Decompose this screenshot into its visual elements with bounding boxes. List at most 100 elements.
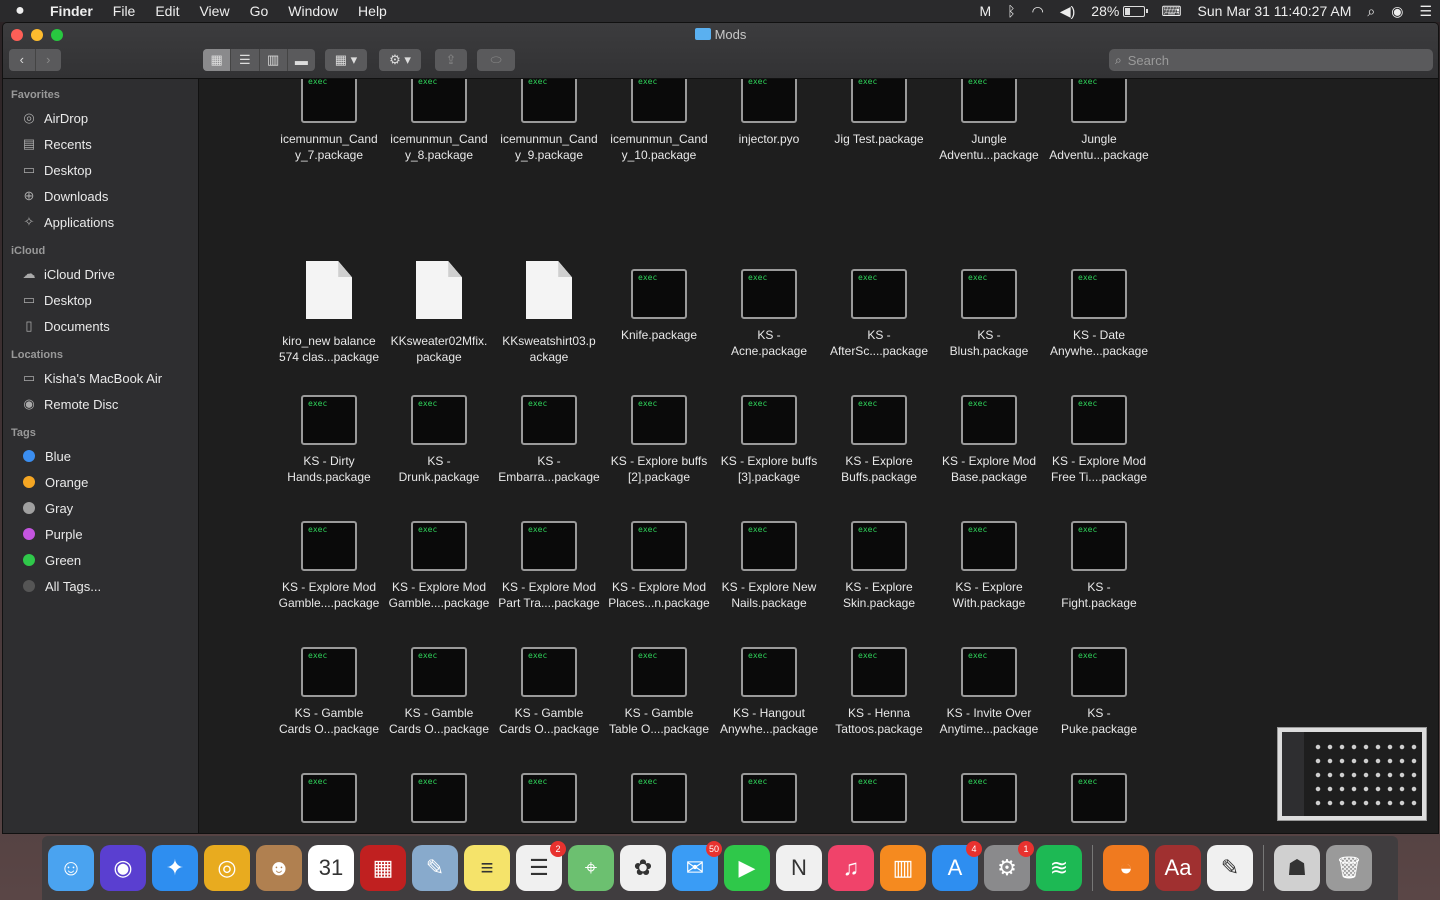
sidebar-item-recents[interactable]: ▤ Recents xyxy=(3,131,198,157)
spotlight-search-icon[interactable]: ⌕ xyxy=(1359,0,1383,22)
preview-dock-icon[interactable]: ✎ xyxy=(412,845,458,891)
music-dock-icon[interactable]: ♫ xyxy=(828,845,874,891)
group-by-button[interactable]: ▦ ▾ xyxy=(325,49,367,71)
file-item[interactable]: exec KS - Explore Mod Free Ti....package xyxy=(1045,395,1153,485)
file-item[interactable]: exec KS - Blush.package xyxy=(935,269,1043,359)
malwarebytes-icon[interactable]: M xyxy=(972,0,1000,22)
notes-dock-icon[interactable]: ≡ xyxy=(464,845,510,891)
file-item[interactable]: exec Jig Test.package xyxy=(825,79,933,147)
input-menu-icon[interactable]: ⌨ xyxy=(1153,0,1189,22)
sidebar-item-documents[interactable]: ▯ Documents xyxy=(3,313,198,339)
file-item[interactable]: exec KS - Explore With.package xyxy=(935,521,1043,611)
app-store-dock-icon[interactable]: A4 xyxy=(932,841,982,891)
share-button[interactable]: ⇪ xyxy=(435,49,467,71)
file-item[interactable]: exec KS - Explore Mod Gamble....package xyxy=(385,521,493,611)
sidebar-item-remote-disc[interactable]: ◉ Remote Disc xyxy=(3,391,198,417)
sidebar-tag-all-tags-[interactable]: All Tags... xyxy=(3,573,198,599)
menu-view[interactable]: View xyxy=(189,0,239,22)
file-item[interactable]: exec KS - Dirty Hands.package xyxy=(275,395,383,485)
file-item[interactable]: exec KS - Explore Mod Base.package xyxy=(935,395,1043,485)
sidebar-item-applications[interactable]: ✧ Applications xyxy=(3,209,198,235)
spotify-dock-icon[interactable]: ≋ xyxy=(1036,845,1082,891)
notification-center-icon[interactable]: ☰ xyxy=(1411,0,1440,22)
list-view-button[interactable]: ☰ xyxy=(230,49,258,71)
file-item[interactable]: exec KS - Invite Over Anytime...package xyxy=(935,647,1043,737)
file-item[interactable]: exec KS - SOL MainSystem.package xyxy=(715,773,823,833)
blender-dock-icon[interactable]: ◒ xyxy=(1103,845,1149,891)
sidebar-tag-blue[interactable]: Blue xyxy=(3,443,198,469)
sidebar-item-desktop[interactable]: ▭ Desktop xyxy=(3,287,198,313)
search-field[interactable]: ⌕ Search xyxy=(1109,49,1433,71)
menu-app-name[interactable]: Finder xyxy=(40,0,103,22)
file-item[interactable]: exec KS - Slice of LifeBuffs [Si...ackage xyxy=(385,773,493,833)
file-item[interactable]: exec KS - SOL MinorSicknes....package xyxy=(935,773,1043,833)
news-dock-icon[interactable]: N xyxy=(776,845,822,891)
trash-dock-icon[interactable]: 🗑 xyxy=(1326,845,1372,891)
gallery-view-button[interactable]: ▬ xyxy=(286,49,315,71)
photos-dock-icon[interactable]: ✿ xyxy=(620,845,666,891)
bluetooth-icon[interactable]: ᛒ xyxy=(999,0,1023,22)
file-item[interactable]: exec KS - AfterSc....package xyxy=(825,269,933,359)
file-item[interactable]: exec KS - Date Anywhe...package xyxy=(1045,269,1153,359)
sidebar-tag-purple[interactable]: Purple xyxy=(3,521,198,547)
file-item[interactable]: exec Jungle Adventu...package xyxy=(935,79,1043,163)
clock[interactable]: Sun Mar 31 11:40:27 AM xyxy=(1190,0,1360,22)
file-item[interactable]: exec KS - Puke.package xyxy=(1045,647,1153,737)
file-item[interactable]: exec KS - Explore buffs [2].package xyxy=(605,395,713,485)
siri-icon[interactable]: ◉ xyxy=(1383,0,1411,22)
safari-dock-icon[interactable]: ✦ xyxy=(152,845,198,891)
file-item[interactable]: exec KS - Acne.package xyxy=(715,269,823,359)
file-item[interactable]: exec KS - SOL MemorySystem.package xyxy=(825,773,933,833)
menu-file[interactable]: File xyxy=(103,0,146,22)
volume-icon[interactable]: ◀) xyxy=(1052,0,1083,22)
contacts-dock-icon[interactable]: ☻ xyxy=(256,845,302,891)
finder-dock-icon[interactable]: ☺ xyxy=(48,845,94,891)
apple-menu-icon[interactable]: ● xyxy=(0,2,40,20)
menu-help[interactable]: Help xyxy=(348,0,397,22)
file-item[interactable]: exec KS - Hangout Anywhe...package xyxy=(715,647,823,737)
file-item[interactable]: exec KS - Slice of LifeBuffs [P...package xyxy=(275,773,383,833)
tag-button[interactable]: ⬭ xyxy=(477,49,515,71)
file-item[interactable]: exec icemunmun_Cand y_10.package xyxy=(605,79,713,163)
file-item[interactable]: exec KS - Explore Mod Places...n.package xyxy=(605,521,713,611)
wifi-icon[interactable]: ◠ xyxy=(1024,0,1052,22)
menu-window[interactable]: Window xyxy=(278,0,348,22)
file-item[interactable]: exec KS - SOLAppeara...package xyxy=(495,773,603,833)
facetime-dock-icon[interactable]: ▶ xyxy=(724,845,770,891)
column-view-button[interactable]: ▥ xyxy=(258,49,287,71)
menu-go[interactable]: Go xyxy=(240,0,279,22)
menu-edit[interactable]: Edit xyxy=(145,0,189,22)
file-item[interactable]: exec KS - Explore Mod Gamble....package xyxy=(275,521,383,611)
file-item[interactable]: exec Jungle Adventu...package xyxy=(1045,79,1153,163)
sidebar-item-kisha-s-macbook-air[interactable]: ▭ Kisha's MacBook Air xyxy=(3,365,198,391)
battery-indicator[interactable]: 28% xyxy=(1083,0,1153,22)
dictionary-dock-icon[interactable]: Aa xyxy=(1155,845,1201,891)
file-item[interactable]: exec injector.pyo xyxy=(715,79,823,147)
photo-stack-dock-icon[interactable]: ☗ xyxy=(1274,845,1320,891)
screenshot-thumbnail-preview[interactable] xyxy=(1277,727,1427,821)
file-item[interactable]: exec KS - Drunk.package xyxy=(385,395,493,485)
action-gear-button[interactable]: ⚙ ▾ xyxy=(379,49,421,71)
file-item[interactable]: exec KS - Gamble Cards O...package xyxy=(275,647,383,737)
sidebar-item-downloads[interactable]: ⊕ Downloads xyxy=(3,183,198,209)
file-item[interactable]: exec KS - Gamble Table O....package xyxy=(605,647,713,737)
file-item[interactable]: KKsweater02Mfix. package xyxy=(385,261,493,365)
file-item[interactable]: exec Knife.package xyxy=(605,269,713,343)
file-item[interactable]: exec KS - Explore buffs [3].package xyxy=(715,395,823,485)
sidebar-item-desktop[interactable]: ▭ Desktop xyxy=(3,157,198,183)
chrome-dock-icon[interactable]: ◎ xyxy=(204,845,250,891)
file-item[interactable]: kiro_new balance 574 clas...package xyxy=(275,261,383,365)
sidebar-tag-gray[interactable]: Gray xyxy=(3,495,198,521)
sidebar-tag-green[interactable]: Green xyxy=(3,547,198,573)
file-item[interactable]: KKsweatshirt03.p ackage xyxy=(495,261,603,365)
file-item[interactable]: exec KS - Explore Mod Part Tra....package xyxy=(495,521,603,611)
file-item[interactable]: exec KS - Gamble Cards O...package xyxy=(495,647,603,737)
file-item[interactable]: exec KS - SOL PhoneSystem.package xyxy=(1045,773,1153,833)
back-button[interactable]: ‹ xyxy=(9,49,35,71)
file-item[interactable]: exec icemunmun_Cand y_9.package xyxy=(495,79,603,163)
books-dock-icon[interactable]: ▥ xyxy=(880,845,926,891)
sidebar-item-icloud-drive[interactable]: ☁ iCloud Drive xyxy=(3,261,198,287)
file-item[interactable]: exec KS - Explore New Nails.package xyxy=(715,521,823,611)
messages-dock-icon[interactable]: ✉ 50 xyxy=(672,841,722,891)
sidebar-item-airdrop[interactable]: ◎ AirDrop xyxy=(3,105,198,131)
